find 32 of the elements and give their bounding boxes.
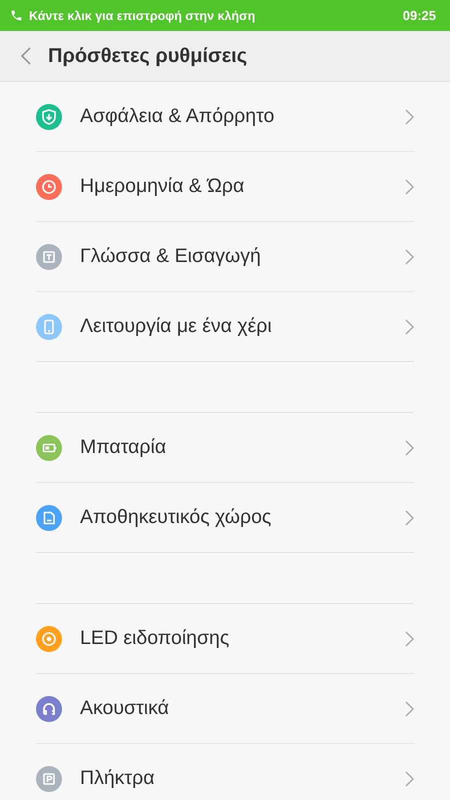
settings-item[interactable]: Λειτουργία με ένα χέρι [36, 292, 414, 361]
item-label: LED ειδοποίησης [80, 627, 230, 650]
chevron-right-icon [405, 248, 414, 264]
settings-item[interactable]: Αποθηκευτικός χώρος [36, 483, 414, 552]
clock-time: 09:25 [402, 8, 436, 23]
chevron-right-icon [405, 108, 414, 124]
settings-item[interactable]: Μπαταρία [36, 413, 414, 483]
settings-item[interactable]: Ημερομηνία & Ώρα [36, 152, 414, 222]
settings-item[interactable]: Πλήκτρα [36, 744, 414, 800]
settings-item[interactable]: Ακουστικά [36, 674, 414, 744]
phone-icon [10, 9, 23, 22]
chevron-right-icon [405, 630, 414, 646]
chevron-right-icon [405, 770, 414, 786]
item-label: Αποθηκευτικός χώρος [80, 506, 272, 529]
item-label: Ημερομηνία & Ώρα [80, 175, 246, 198]
chevron-right-icon [405, 440, 414, 456]
page-title: Πρόσθετες ρυθμίσεις [48, 44, 248, 68]
return-to-call-message: Κάντε κλικ για επιστροφή στην κλήση [29, 8, 256, 22]
item-label: Πλήκτρα [80, 767, 156, 790]
chevron-right-icon [405, 178, 414, 194]
chevron-right-icon [405, 510, 414, 526]
settings-item[interactable]: Γλώσσα & Εισαγωγή [36, 222, 414, 292]
settings-item[interactable]: Ασφάλεια & Απόρρητο [36, 82, 414, 152]
settings-item[interactable]: LED ειδοποίησης [36, 604, 414, 674]
item-label: Μπαταρία [80, 436, 168, 459]
chevron-right-icon [405, 700, 414, 716]
item-label: Ασφάλεια & Απόρρητο [80, 105, 276, 128]
item-label: Γλώσσα & Εισαγωγή [80, 245, 262, 268]
chevron-right-icon [405, 318, 414, 334]
back-button[interactable] [20, 46, 32, 66]
item-label: Λειτουργία με ένα χέρι [80, 315, 273, 338]
item-label: Ακουστικά [80, 697, 170, 720]
